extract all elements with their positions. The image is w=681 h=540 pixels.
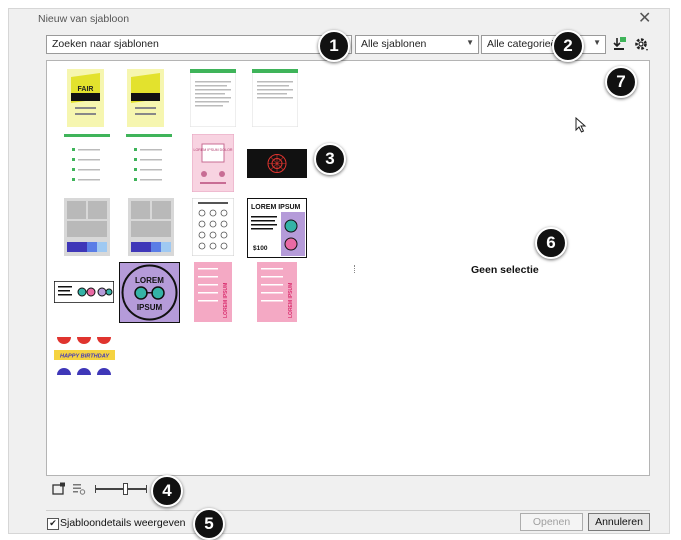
checkmark-icon: ✔ (49, 518, 57, 528)
cancel-button[interactable]: Annuleren (588, 513, 650, 531)
thumb-fair-poster-2[interactable] (127, 69, 164, 127)
thumb-fair-poster[interactable]: FAIR (67, 69, 104, 127)
thumb-sunglasses-banner[interactable] (54, 281, 114, 303)
thumb-newsletter-1[interactable] (64, 134, 110, 192)
categories-filter-value: Alle categorieën (487, 38, 563, 50)
view-details-icon[interactable] (72, 482, 86, 495)
callout-3: 3 (314, 143, 346, 175)
show-details-label: Sjabloondetails weergeven (60, 517, 186, 529)
thumb-letter-2[interactable] (252, 69, 298, 127)
settings-icon[interactable] (633, 36, 649, 52)
thumb-circle-top-text: LOREM (135, 276, 164, 285)
view-large-icon[interactable] (52, 482, 66, 495)
chevron-down-icon: ▼ (466, 38, 474, 47)
templates-filter-select[interactable]: Alle sjablonen ▼ (355, 35, 479, 54)
templates-filter-value: Alle sjablonen (361, 38, 427, 50)
dialog-title: Nieuw van sjabloon (38, 13, 130, 25)
thumb-pink-flyer[interactable]: LOREM IPSUM DOLOR (192, 134, 234, 192)
open-button[interactable]: Openen (520, 513, 583, 531)
thumb-pink-flyer-text: LOREM IPSUM DOLOR (194, 148, 233, 152)
thumb-pink-menu-1[interactable]: LOREM IPSUM (194, 262, 232, 322)
zoom-slider-tick-min (95, 485, 96, 493)
pane-splitter[interactable] (354, 265, 357, 273)
callout-7: 7 (605, 66, 637, 98)
search-input[interactable]: Zoeken naar sjablonen (46, 35, 352, 54)
close-icon[interactable]: ✕ (638, 8, 651, 28)
thumb-sunglasses-ad-text: LOREM IPSUM (251, 204, 301, 211)
show-details-checkbox[interactable]: ✔ (47, 518, 59, 530)
categories-filter-select[interactable]: Alle categorieën ▼ (481, 35, 606, 54)
thumb-sunglasses-ad[interactable]: LOREM IPSUM $100 (247, 198, 307, 258)
thumb-pink-menu-2-text: LOREM IPSUM (288, 283, 294, 318)
thumb-photo-collage-1[interactable] (64, 198, 110, 256)
callout-2: 2 (552, 30, 584, 62)
no-selection-text: Geen selectie (471, 264, 539, 276)
install-templates-icon[interactable] (612, 36, 628, 52)
zoom-slider-tick-max (146, 485, 147, 493)
footer-divider (46, 510, 650, 511)
thumb-pink-menu-2[interactable]: LOREM IPSUM (257, 262, 297, 322)
thumb-dark-banner[interactable] (247, 149, 307, 178)
thumb-circle-bottom-text: IPSUM (137, 303, 163, 312)
mouse-cursor-icon (575, 117, 587, 133)
zoom-slider-track (95, 488, 147, 490)
callout-1: 1 (318, 30, 350, 62)
thumb-sunglasses-price: $100 (253, 245, 268, 252)
thumb-newsletter-2[interactable] (126, 134, 172, 192)
thumb-sunglasses-circle[interactable]: LOREM IPSUM (119, 262, 180, 323)
thumb-birthday-banner[interactable]: HAPPY BIRTHDAY (54, 337, 115, 375)
thumb-pink-menu-1-text: LOREM IPSUM (223, 283, 229, 318)
chevron-down-icon: ▼ (593, 38, 601, 47)
callout-5: 5 (193, 508, 225, 540)
callout-6: 6 (535, 227, 567, 259)
thumb-letter-1[interactable] (190, 69, 236, 127)
thumb-fair-text: FAIR (78, 86, 94, 93)
thumb-icon-sheet[interactable] (192, 198, 234, 256)
thumb-photo-collage-2[interactable] (128, 198, 174, 256)
zoom-slider[interactable] (95, 483, 147, 495)
callout-4: 4 (151, 475, 183, 507)
zoom-slider-thumb[interactable] (123, 483, 128, 495)
thumb-birthday-text: HAPPY BIRTHDAY (60, 354, 110, 360)
